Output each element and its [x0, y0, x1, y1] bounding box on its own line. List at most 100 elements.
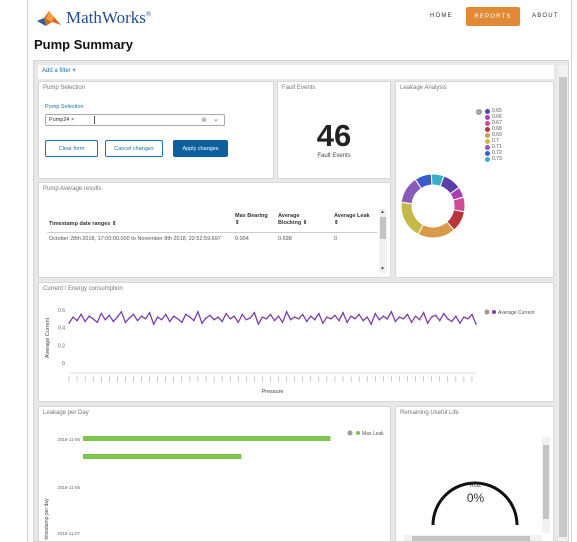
- data-point[interactable]: [140, 315, 143, 317]
- scroll-down-icon[interactable]: ▼: [380, 266, 385, 272]
- data-point[interactable]: [213, 319, 215, 321]
- data-point[interactable]: [350, 315, 352, 317]
- data-point[interactable]: [233, 315, 235, 317]
- data-point[interactable]: [261, 316, 264, 318]
- data-point[interactable]: [124, 321, 127, 324]
- data-point[interactable]: [310, 315, 312, 317]
- data-point[interactable]: [277, 315, 280, 317]
- data-point[interactable]: [197, 311, 199, 313]
- data-point[interactable]: [297, 318, 300, 320]
- data-point[interactable]: [435, 314, 437, 316]
- col-header-avg-leak[interactable]: Average Leak ⇕: [334, 213, 370, 227]
- data-point[interactable]: [177, 318, 179, 320]
- data-point[interactable]: [249, 317, 252, 319]
- data-point[interactable]: [463, 316, 465, 318]
- tag-remove-icon[interactable]: ×: [71, 117, 74, 123]
- data-point[interactable]: [108, 314, 110, 316]
- nav-reports[interactable]: REPORTS: [466, 7, 520, 26]
- data-point[interactable]: [471, 313, 473, 316]
- data-point[interactable]: [447, 318, 449, 320]
- data-point[interactable]: [402, 318, 405, 320]
- col-header-timestamp[interactable]: Timestamp date ranges ⇕: [49, 221, 116, 228]
- data-point[interactable]: [330, 318, 332, 320]
- data-point[interactable]: [165, 313, 167, 316]
- data-point[interactable]: [410, 321, 413, 324]
- table-scrollbar[interactable]: ▲ ▼: [379, 209, 387, 273]
- legend-label-average-current[interactable]: Average Current: [498, 310, 535, 316]
- data-point[interactable]: [225, 312, 227, 315]
- data-point[interactable]: [193, 319, 195, 322]
- data-point[interactable]: [362, 319, 364, 322]
- nav-about[interactable]: ABOUT: [532, 13, 559, 19]
- scrollbar-thumb[interactable]: [559, 77, 567, 537]
- rul-vscrollbar[interactable]: [542, 437, 550, 533]
- data-point[interactable]: [112, 320, 115, 323]
- data-point[interactable]: [382, 315, 385, 317]
- data-point[interactable]: [398, 316, 401, 318]
- data-point[interactable]: [144, 318, 147, 320]
- data-point[interactable]: [354, 318, 356, 320]
- rul-vscroll-thumb[interactable]: [543, 445, 549, 519]
- data-point[interactable]: [302, 313, 304, 316]
- data-point[interactable]: [209, 314, 211, 316]
- data-point[interactable]: [406, 313, 409, 316]
- data-point[interactable]: [273, 319, 276, 322]
- data-point[interactable]: [80, 313, 82, 316]
- data-point[interactable]: [205, 317, 207, 319]
- bar-max-leak[interactable]: [83, 436, 331, 441]
- mathworks-logo[interactable]: MathWorks®: [36, 8, 151, 28]
- data-point[interactable]: [229, 318, 231, 320]
- data-point[interactable]: [374, 312, 376, 315]
- data-point[interactable]: [318, 312, 320, 315]
- data-point[interactable]: [201, 322, 203, 324]
- data-point[interactable]: [451, 320, 453, 323]
- data-point[interactable]: [156, 316, 159, 318]
- table-scroll-thumb[interactable]: [380, 217, 386, 239]
- data-point[interactable]: [100, 312, 102, 315]
- data-point[interactable]: [326, 316, 328, 318]
- legend-label-max-leak[interactable]: Max Leak: [362, 431, 384, 437]
- data-point[interactable]: [265, 318, 268, 320]
- data-point[interactable]: [306, 320, 308, 323]
- data-point[interactable]: [92, 318, 94, 320]
- data-point[interactable]: [253, 311, 256, 314]
- col-header-avg-blocking[interactable]: Average Blocking ⇕: [278, 213, 318, 227]
- data-point[interactable]: [169, 320, 171, 323]
- data-point[interactable]: [189, 316, 191, 318]
- data-point[interactable]: [136, 319, 139, 322]
- data-point[interactable]: [181, 321, 183, 324]
- rul-hscrollbar[interactable]: [404, 535, 542, 541]
- rul-hscroll-thumb[interactable]: [412, 536, 530, 541]
- legend-dot-average-current[interactable]: [492, 310, 496, 314]
- selected-pump-tag[interactable]: Pump24 ×: [49, 117, 74, 123]
- data-point[interactable]: [467, 318, 469, 320]
- data-point[interactable]: [104, 319, 106, 321]
- data-point[interactable]: [152, 323, 155, 325]
- data-point[interactable]: [116, 316, 119, 318]
- add-filter-link[interactable]: Add a filter +: [42, 68, 76, 74]
- clear-icon[interactable]: ⊗: [201, 116, 207, 124]
- data-point[interactable]: [455, 315, 457, 317]
- data-point[interactable]: [160, 319, 163, 321]
- data-point[interactable]: [245, 319, 248, 321]
- data-point[interactable]: [221, 320, 223, 323]
- data-point[interactable]: [293, 316, 296, 318]
- data-point[interactable]: [173, 315, 175, 317]
- scroll-up-icon[interactable]: ▲: [380, 209, 385, 215]
- data-point[interactable]: [148, 311, 151, 314]
- data-point[interactable]: [88, 315, 90, 317]
- data-point[interactable]: [289, 319, 292, 321]
- data-point[interactable]: [370, 323, 372, 325]
- data-point[interactable]: [426, 322, 429, 324]
- data-point[interactable]: [418, 319, 421, 321]
- bar-max-leak[interactable]: [83, 454, 242, 459]
- data-point[interactable]: [390, 311, 393, 313]
- data-point[interactable]: [394, 320, 397, 323]
- data-point[interactable]: [185, 313, 187, 316]
- data-point[interactable]: [128, 317, 131, 319]
- data-point[interactable]: [84, 320, 86, 323]
- info-icon[interactable]: [347, 430, 353, 436]
- data-point[interactable]: [132, 313, 135, 316]
- cancel-changes-button[interactable]: Cancel changes: [105, 140, 163, 157]
- col-header-max-bearing[interactable]: Max Bearing ⇕: [235, 213, 271, 227]
